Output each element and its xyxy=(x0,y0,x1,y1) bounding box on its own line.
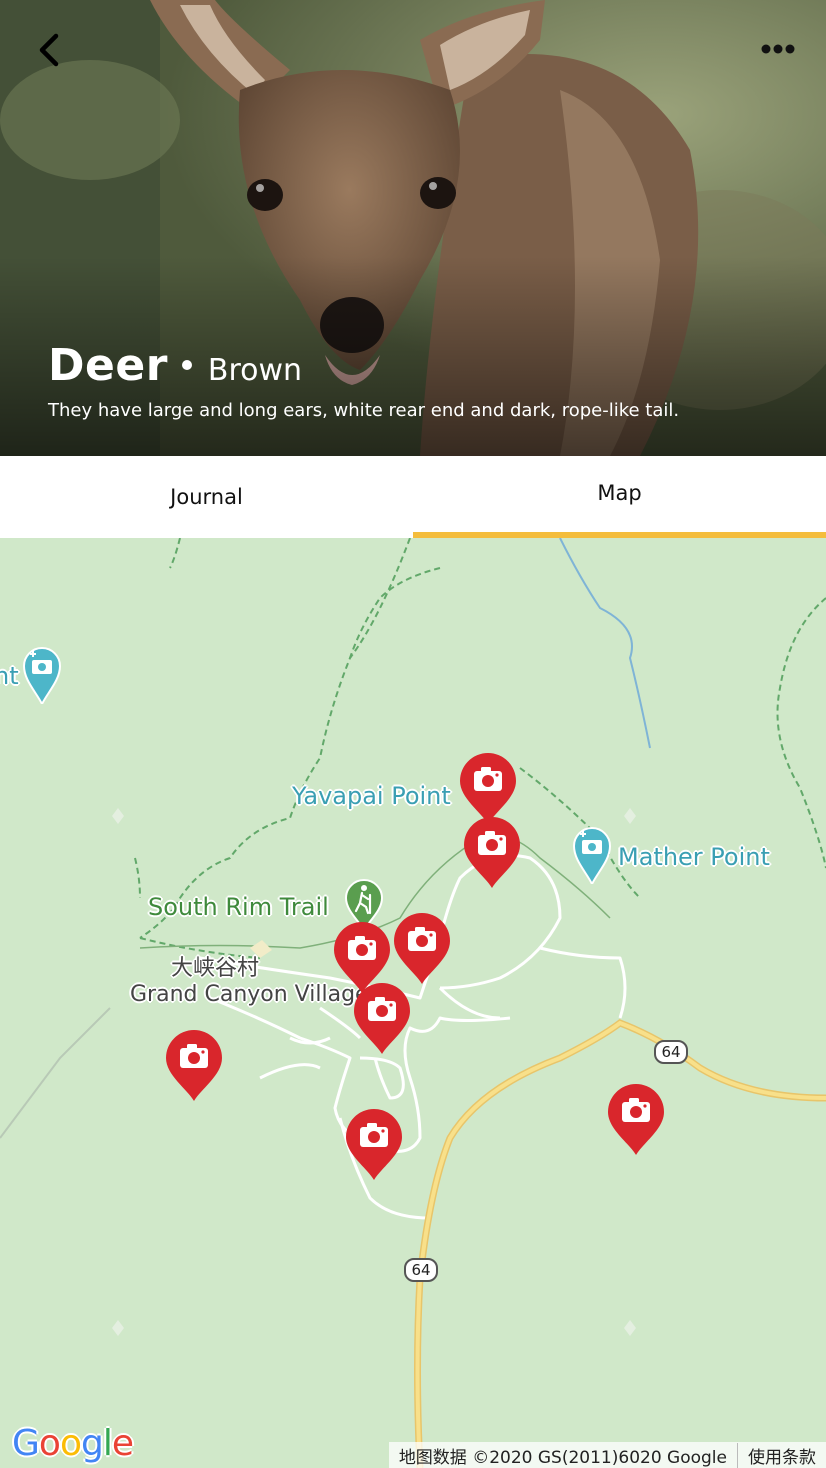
back-button[interactable] xyxy=(28,28,72,72)
camera-plus-poi-icon[interactable] xyxy=(572,826,612,884)
camera-marker-icon xyxy=(460,753,516,824)
camera-marker-icon xyxy=(464,817,520,888)
tab-journal-label: Journal xyxy=(170,485,243,509)
camera-marker-icon xyxy=(608,1084,664,1155)
tab-map-label: Map xyxy=(597,481,642,505)
south-rim-trail-label[interactable]: South Rim Trail xyxy=(148,893,329,921)
tab-journal[interactable]: Journal xyxy=(0,456,413,538)
camera-marker-icon xyxy=(346,1109,402,1180)
camera-marker[interactable] xyxy=(607,1083,665,1155)
camera-marker[interactable] xyxy=(393,912,451,984)
village-label-en: Grand Canyon Village xyxy=(130,982,369,1007)
village-label[interactable]: 大峡谷村 Grand Canyon Village xyxy=(130,956,369,1008)
camera-marker[interactable] xyxy=(463,816,521,888)
highway-64-shield: 64 xyxy=(654,1040,688,1064)
map-data-credit: 地图数据 ©2020 GS(2011)6020 Google xyxy=(398,1447,727,1468)
map-attribution: 地图数据 ©2020 GS(2011)6020 Google 使用条款 xyxy=(388,1442,826,1468)
tab-bar: Journal Map xyxy=(0,456,826,538)
hero-image: Deer Brown They have large and long ears… xyxy=(0,0,826,456)
animal-title-row: Deer Brown xyxy=(48,340,302,391)
camera-marker[interactable] xyxy=(165,1029,223,1101)
map-view[interactable]: nt Yavapai Point Mather Point South Rim … xyxy=(0,538,826,1468)
yavapai-point-label[interactable]: Yavapai Point xyxy=(292,782,451,810)
camera-plus-poi-icon[interactable] xyxy=(22,646,62,704)
title-separator-dot xyxy=(181,360,192,370)
terms-of-use-link[interactable]: 使用条款 xyxy=(737,1442,826,1468)
more-horizontal-icon xyxy=(761,44,795,54)
map-base xyxy=(0,538,826,1468)
more-options-button[interactable] xyxy=(758,34,802,64)
edge-poi-label[interactable]: nt xyxy=(0,662,19,690)
animal-color: Brown xyxy=(207,353,303,388)
camera-marker-icon xyxy=(354,983,410,1054)
google-logo[interactable]: Google xyxy=(12,1423,134,1464)
mather-point-label[interactable]: Mather Point xyxy=(618,843,770,871)
highway-64-shield: 64 xyxy=(404,1258,438,1282)
animal-name: Deer xyxy=(48,340,168,391)
camera-marker[interactable] xyxy=(353,982,411,1054)
camera-marker[interactable] xyxy=(459,752,517,824)
camera-marker-icon xyxy=(166,1030,222,1101)
tab-map[interactable]: Map xyxy=(413,456,826,538)
chevron-left-icon xyxy=(39,33,59,67)
animal-description: They have large and long ears, white rea… xyxy=(48,400,680,421)
camera-marker[interactable] xyxy=(345,1108,403,1180)
camera-marker-icon xyxy=(394,913,450,984)
village-label-cn: 大峡谷村 xyxy=(170,956,259,981)
